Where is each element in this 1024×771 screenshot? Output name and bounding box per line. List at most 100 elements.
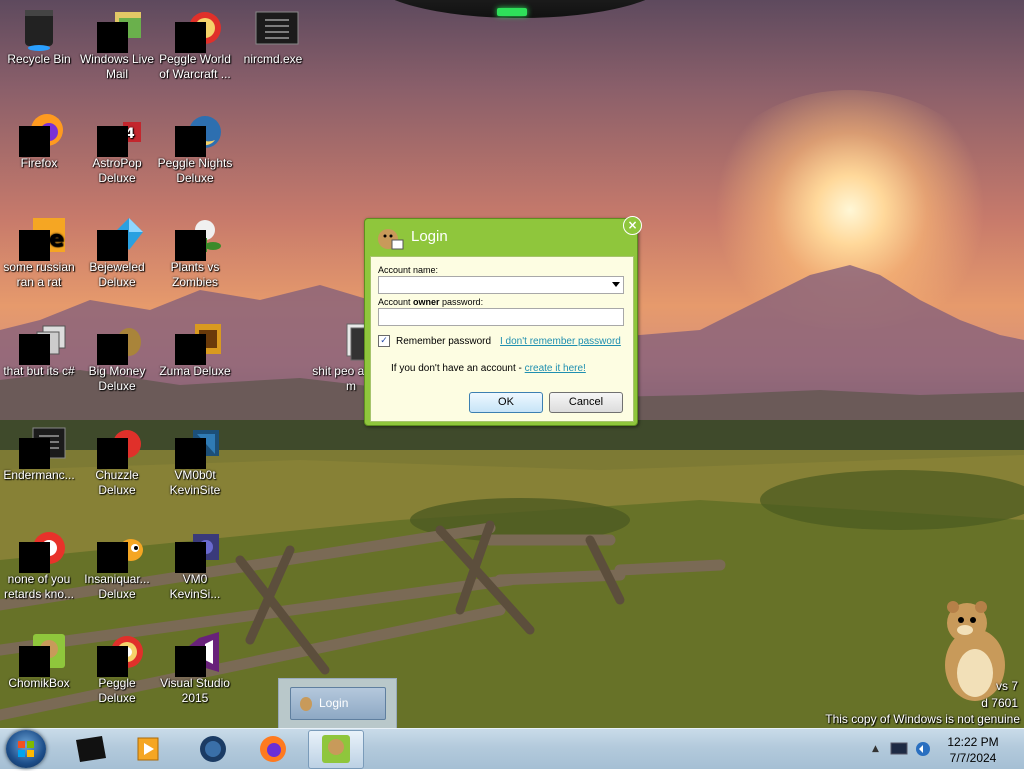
- desktop-icon-astropop[interactable]: 4 AstroPop Deluxe: [78, 106, 156, 186]
- redacted-box: [175, 126, 206, 157]
- astropop-icon: 4: [97, 112, 141, 157]
- desktop-icon-peggle-nights[interactable]: Peggle Nights Deluxe: [156, 106, 234, 186]
- desktop-icon-some-russian[interactable]: e some russian ran a rat: [0, 210, 78, 290]
- thumbnail-label: Login: [319, 696, 349, 710]
- icon-label: Bejeweled Deluxe: [89, 260, 145, 289]
- redacted-box: [175, 22, 206, 53]
- taskbar-media-player-button[interactable]: [122, 730, 176, 767]
- icon-label: Windows Live Mail: [79, 52, 155, 81]
- network-icon[interactable]: [890, 742, 908, 756]
- icon-label: VM0b0t KevinSite: [169, 468, 221, 497]
- clock-date: 7/7/2024: [949, 751, 997, 765]
- thumbnail-window[interactable]: Login: [290, 687, 386, 720]
- console-app-icon: [253, 8, 299, 48]
- account-name-combobox[interactable]: [378, 276, 624, 294]
- desktop-icon-endermanc[interactable]: Endermanc...: [0, 418, 78, 483]
- redacted-box: [19, 438, 50, 469]
- start-button[interactable]: [6, 730, 46, 768]
- cmd-icon: [76, 736, 106, 762]
- desktop-icon-none-of-you[interactable]: none of you retards kno...: [0, 522, 78, 602]
- icon-label: Peggle Nights Deluxe: [157, 156, 233, 185]
- icon-label: Zuma Deluxe: [159, 364, 231, 378]
- taskbar-firefox-button[interactable]: [246, 730, 300, 767]
- firefox-icon: [260, 736, 286, 762]
- taskbar-browser-button[interactable]: [186, 730, 240, 767]
- watermark-line-1: vs 7: [995, 679, 1018, 693]
- chomikbox-icon: [300, 697, 312, 711]
- chomikbox-icon: [322, 735, 350, 763]
- ok-button[interactable]: OK: [469, 392, 543, 413]
- redacted-box: [175, 646, 206, 677]
- desktop-icon-peggle-wow[interactable]: Peggle World of Warcraft ...: [156, 2, 234, 82]
- show-hidden-icons-icon[interactable]: ▲: [872, 744, 879, 754]
- redacted-box: [175, 334, 206, 365]
- redacted-box: [97, 646, 128, 677]
- icon-label: Recycle Bin: [7, 52, 71, 66]
- desktop-icon-chomikbox[interactable]: ChomikBox: [0, 626, 78, 691]
- dialog-title: Login: [411, 228, 448, 245]
- redacted-box: [97, 126, 128, 157]
- virtual-machine-icon: [175, 424, 219, 469]
- taskbar-thumbnail-preview[interactable]: Login: [278, 678, 397, 729]
- desktop-icon-chuzzle[interactable]: Chuzzle Deluxe: [78, 418, 156, 498]
- desktop-icon-firefox[interactable]: Firefox: [0, 106, 78, 171]
- system-clock[interactable]: 12:22 PM 7/7/2024: [938, 734, 1008, 766]
- clock-time: 12:22 PM: [947, 735, 999, 749]
- redacted-box: [97, 438, 128, 469]
- desktop-icon-insaniquarium[interactable]: Insaniquar... Deluxe: [78, 522, 156, 602]
- no-account-text: If you don't have an account - create it…: [391, 363, 586, 374]
- desktop-icon-nircmd[interactable]: nircmd.exe: [234, 2, 312, 67]
- icon-label: none of you retards kno...: [3, 572, 75, 601]
- create-account-link[interactable]: create it here!: [525, 363, 586, 374]
- peggle-icon: [175, 8, 221, 53]
- bejeweled-icon: [97, 216, 143, 261]
- desktop-icon-vm0b0t[interactable]: VM0b0t KevinSite: [156, 418, 234, 498]
- desktop-icon-that-but[interactable]: that but its c#: [0, 314, 78, 379]
- redacted-box: [19, 126, 50, 157]
- desktop-icon-vm0[interactable]: VM0 KevinSi...: [156, 522, 234, 602]
- visual-studio-icon: [175, 632, 219, 677]
- desktop-icon-zuma[interactable]: Zuma Deluxe: [156, 314, 234, 379]
- desktop-icon-windows-live-mail[interactable]: Windows Live Mail: [78, 2, 156, 82]
- password-field[interactable]: [378, 308, 624, 326]
- speaker-icon[interactable]: [914, 740, 932, 758]
- chomikbox-logo-icon: [378, 229, 404, 250]
- redacted-box: [97, 334, 128, 365]
- icon-label: that but its c#: [3, 364, 75, 378]
- chomikbox-icon: [19, 632, 65, 677]
- remember-password-label: Remember password: [396, 336, 492, 347]
- taskbar-cmd-button[interactable]: [62, 730, 116, 767]
- icon-label: some russian ran a rat: [3, 260, 75, 289]
- chuzzle-icon: [97, 424, 141, 469]
- redacted-box: [19, 230, 50, 261]
- remember-password-checkbox[interactable]: ✓: [378, 335, 390, 347]
- desktop-icon-big-money[interactable]: Big Money Deluxe: [78, 314, 156, 394]
- peggle-icon: [97, 632, 143, 677]
- mail-icon: [97, 8, 141, 53]
- desktop-icon-plants-vs-zombies[interactable]: Plants vs Zombies: [156, 210, 234, 290]
- redacted-box: [19, 542, 50, 573]
- desktop-icon-recycle-bin[interactable]: Recycle Bin: [0, 2, 78, 67]
- adobe-icon: e: [19, 216, 65, 261]
- watermark-not-genuine: This copy of Windows is not genuine: [825, 712, 1020, 726]
- fish-icon: [97, 528, 143, 573]
- cancel-button[interactable]: Cancel: [549, 392, 623, 413]
- owner-password-label: Account owner password:: [378, 297, 484, 307]
- money-bag-icon: [97, 320, 141, 365]
- icon-label: Plants vs Zombies: [170, 260, 220, 289]
- redacted-box: [175, 542, 206, 573]
- taskbar-chomikbox-button[interactable]: [308, 730, 364, 769]
- redacted-box: [97, 22, 128, 53]
- forgot-password-link[interactable]: I don't remember password: [500, 336, 621, 347]
- desktop-icon-visual-studio[interactable]: Visual Studio 2015: [156, 626, 234, 706]
- close-icon[interactable]: ×: [623, 216, 642, 235]
- icon-label: Insaniquar... Deluxe: [84, 572, 150, 601]
- icon-label: Peggle Deluxe: [98, 676, 136, 705]
- chevron-down-icon[interactable]: [612, 282, 620, 287]
- icon-label: Chuzzle Deluxe: [95, 468, 139, 497]
- dialog-body: Account name: Account owner password: ✓ …: [370, 256, 634, 422]
- icon-label: Firefox: [20, 156, 58, 170]
- desktop-icon-peggle-deluxe[interactable]: Peggle Deluxe: [78, 626, 156, 706]
- svg-text:e: e: [49, 227, 64, 252]
- desktop-icon-bejeweled[interactable]: Bejeweled Deluxe: [78, 210, 156, 290]
